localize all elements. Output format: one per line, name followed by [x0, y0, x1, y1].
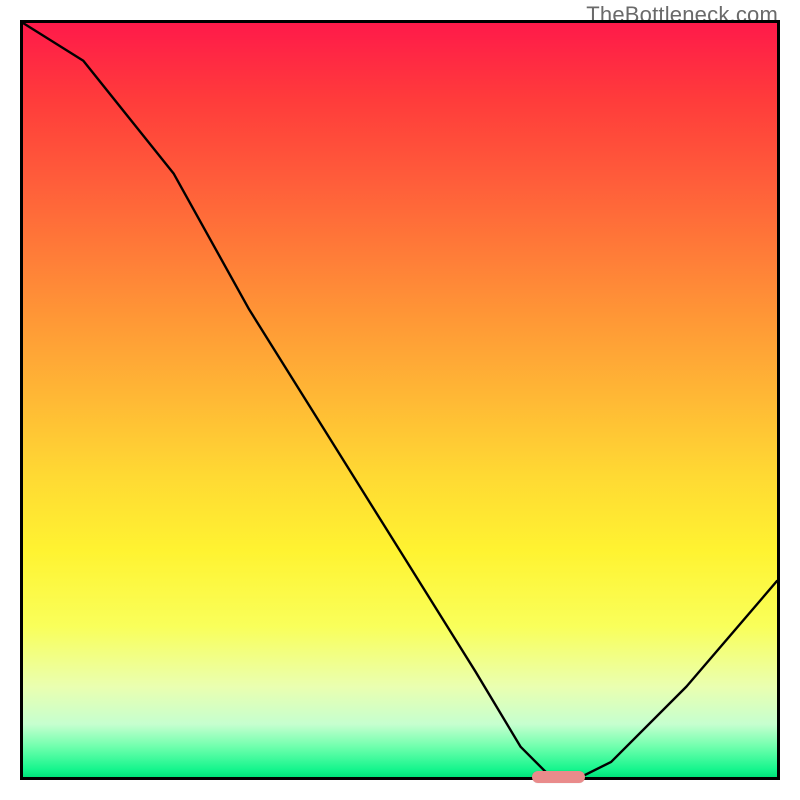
bottleneck-curve — [23, 23, 777, 777]
bottleneck-chart: TheBottleneck.com — [0, 0, 800, 800]
plot-area — [20, 20, 780, 780]
optimal-range-marker — [532, 771, 585, 783]
